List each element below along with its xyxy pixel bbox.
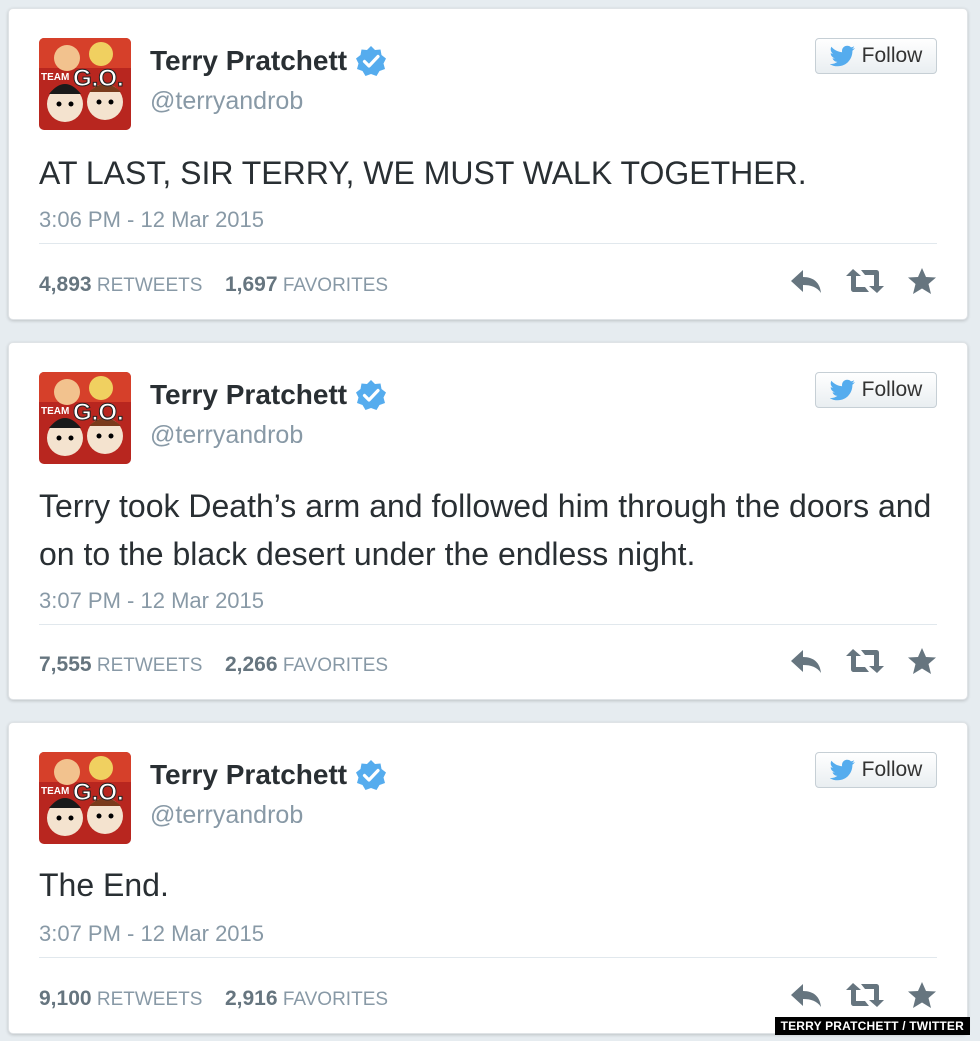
reply-icon[interactable]	[789, 647, 823, 675]
favorites-label[interactable]: FAVORITES	[283, 275, 388, 296]
retweet-icon[interactable]	[845, 647, 885, 675]
tweet-timestamp[interactable]: 3:06 PM - 12 Mar 2015	[39, 207, 264, 233]
retweet-icon[interactable]	[845, 981, 885, 1009]
author-row: Terry Pratchett	[150, 379, 387, 411]
retweet-count[interactable]: 9,100	[39, 987, 92, 1010]
twitter-bird-icon	[829, 379, 855, 401]
svg-text:G.O.: G.O.	[73, 65, 124, 92]
author-row: Terry Pratchett	[150, 45, 387, 77]
svg-text:G.O.: G.O.	[73, 779, 124, 806]
avatar[interactable]: TEAM G.O.	[39, 38, 131, 130]
tweet-stats: 9,100 RETWEETS 2,916 FAVORITES	[39, 987, 388, 1011]
svg-text:TEAM: TEAM	[41, 72, 69, 83]
author-row: Terry Pratchett	[150, 759, 387, 791]
avatar[interactable]: TEAM G.O.	[39, 372, 131, 464]
author-handle[interactable]: @terryandrob	[150, 421, 303, 450]
divider	[39, 624, 937, 625]
follow-button-label: Follow	[861, 758, 923, 781]
star-icon[interactable]	[907, 267, 937, 295]
tweet-card-3: TEAM G.O. Terry Pratchett @terryandrob F…	[8, 722, 968, 1034]
favorite-count[interactable]: 1,697	[225, 273, 278, 296]
avatar-image: TEAM G.O.	[39, 38, 131, 130]
tweet-actions	[789, 267, 937, 295]
twitter-bird-icon	[829, 759, 855, 781]
tweet-timestamp[interactable]: 3:07 PM - 12 Mar 2015	[39, 921, 264, 947]
follow-button[interactable]: Follow	[815, 372, 937, 408]
author-name[interactable]: Terry Pratchett	[150, 45, 347, 77]
verified-badge-icon	[355, 45, 387, 77]
verified-badge-icon	[355, 759, 387, 791]
favorites-label[interactable]: FAVORITES	[283, 989, 388, 1010]
star-icon[interactable]	[907, 981, 937, 1009]
svg-text:G.O.: G.O.	[73, 399, 124, 426]
star-icon[interactable]	[907, 647, 937, 675]
retweet-icon[interactable]	[845, 267, 885, 295]
reply-icon[interactable]	[789, 981, 823, 1009]
tweet-text: AT LAST, SIR TERRY, WE MUST WALK TOGETHE…	[39, 155, 807, 191]
author-name[interactable]: Terry Pratchett	[150, 759, 347, 791]
retweet-count[interactable]: 7,555	[39, 653, 92, 676]
retweets-label[interactable]: RETWEETS	[97, 275, 203, 296]
image-credit: TERRY PRATCHETT / TWITTER	[774, 1017, 970, 1035]
favorites-label[interactable]: FAVORITES	[283, 655, 388, 676]
tweet-actions	[789, 981, 937, 1009]
avatar-image: TEAM G.O.	[39, 372, 131, 464]
reply-icon[interactable]	[789, 267, 823, 295]
favorite-count[interactable]: 2,266	[225, 653, 278, 676]
tweet-card-1: TEAM G.O. Terry Pratchett @terryandrob F…	[8, 8, 968, 320]
follow-button[interactable]: Follow	[815, 38, 937, 74]
tweet-timestamp[interactable]: 3:07 PM - 12 Mar 2015	[39, 588, 264, 614]
divider	[39, 957, 937, 958]
author-name[interactable]: Terry Pratchett	[150, 379, 347, 411]
author-handle[interactable]: @terryandrob	[150, 87, 303, 116]
tweet-stats: 7,555 RETWEETS 2,266 FAVORITES	[39, 653, 388, 677]
svg-text:TEAM: TEAM	[41, 406, 69, 417]
favorite-count[interactable]: 2,916	[225, 987, 278, 1010]
tweet-actions	[789, 647, 937, 675]
follow-button-label: Follow	[861, 378, 923, 401]
avatar[interactable]: TEAM G.O.	[39, 752, 131, 844]
retweets-label[interactable]: RETWEETS	[97, 655, 203, 676]
retweet-count[interactable]: 4,893	[39, 273, 92, 296]
tweet-text: Terry took Death’s arm and followed him …	[39, 488, 932, 572]
divider	[39, 243, 937, 244]
svg-text:TEAM: TEAM	[41, 786, 69, 797]
avatar-image: TEAM G.O.	[39, 752, 131, 844]
follow-button[interactable]: Follow	[815, 752, 937, 788]
tweet-text: The End.	[39, 867, 169, 903]
follow-button-label: Follow	[861, 44, 923, 67]
tweet-card-2: TEAM G.O. Terry Pratchett @terryandrob F…	[8, 342, 968, 700]
author-handle[interactable]: @terryandrob	[150, 801, 303, 830]
tweet-stats: 4,893 RETWEETS 1,697 FAVORITES	[39, 273, 388, 297]
verified-badge-icon	[355, 379, 387, 411]
retweets-label[interactable]: RETWEETS	[97, 989, 203, 1010]
twitter-bird-icon	[829, 45, 855, 67]
